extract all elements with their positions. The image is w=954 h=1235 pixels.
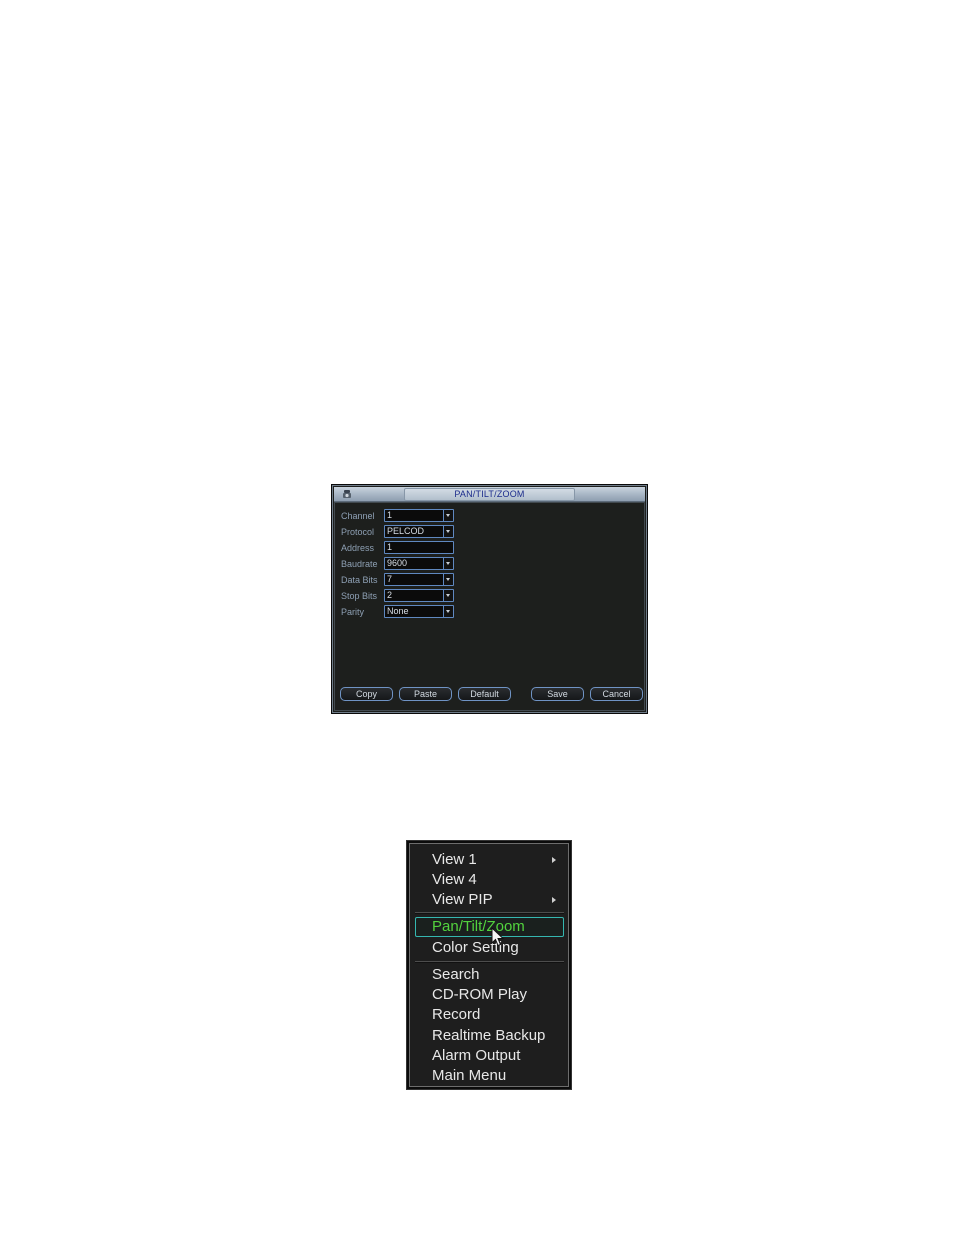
stop-bits-value: 2 (387, 590, 393, 600)
channel-value: 1 (387, 510, 393, 520)
menu-item-record[interactable]: Record (415, 1005, 564, 1025)
paste-button[interactable]: Paste (399, 687, 452, 701)
chevron-down-icon[interactable] (443, 526, 453, 537)
menu-item-view-pip[interactable]: View PIP (415, 890, 564, 910)
stop-bits-label: Stop Bits (341, 591, 378, 601)
menu-item-label: CD-ROM Play (432, 986, 528, 1003)
menu-item-label: Alarm Output (432, 1047, 521, 1064)
ptz-title: PAN/TILT/ZOOM (454, 489, 525, 499)
parity-value: None (387, 606, 409, 616)
default-button[interactable]: Default (458, 687, 511, 701)
baudrate-value: 9600 (387, 558, 408, 568)
baudrate-label: Baudrate (341, 559, 378, 569)
menu-item-main-menu[interactable]: Main Menu (415, 1066, 564, 1086)
chevron-down-icon[interactable] (443, 510, 453, 521)
chevron-down-icon[interactable] (443, 558, 453, 569)
data-bits-value: 7 (387, 574, 393, 584)
data-bits-select[interactable]: 7 (384, 573, 454, 586)
menu-item-realtime-backup[interactable]: Realtime Backup (415, 1026, 564, 1046)
save-button[interactable]: Save (531, 687, 584, 701)
channel-select[interactable]: 1 (384, 509, 454, 522)
chevron-down-icon[interactable] (443, 606, 453, 617)
menu-item-label: Color Setting (432, 939, 519, 956)
context-menu: View 1 View 4 View PIP Pan/Tilt/Zoom Col… (407, 841, 571, 1089)
mouse-cursor-icon (491, 927, 505, 947)
ptz-titlebar: PAN/TILT/ZOOM (334, 487, 645, 502)
submenu-arrow-icon (552, 857, 556, 863)
menu-item-label: Pan/Tilt/Zoom (432, 918, 525, 935)
menu-divider (415, 912, 564, 914)
menu-item-color-setting[interactable]: Color Setting (415, 938, 564, 958)
protocol-select[interactable]: PELCOD (384, 525, 454, 538)
cancel-button[interactable]: Cancel (590, 687, 643, 701)
baudrate-select[interactable]: 9600 (384, 557, 454, 570)
parity-select[interactable]: None (384, 605, 454, 618)
chevron-down-icon[interactable] (443, 574, 453, 585)
protocol-label: Protocol (341, 527, 375, 537)
protocol-value: PELCOD (387, 526, 425, 536)
menu-item-label: Realtime Backup (432, 1027, 546, 1044)
address-input[interactable]: 1 (384, 541, 454, 554)
chevron-down-icon[interactable] (443, 590, 453, 601)
menu-item-label: Search (432, 966, 480, 983)
parity-label: Parity (341, 607, 365, 617)
data-bits-label: Data Bits (341, 575, 378, 585)
menu-item-view-4[interactable]: View 4 (415, 870, 564, 890)
menu-item-label: View PIP (432, 891, 493, 908)
address-value: 1 (387, 542, 393, 552)
submenu-arrow-icon (552, 897, 556, 903)
menu-item-cd-rom-play[interactable]: CD-ROM Play (415, 985, 564, 1005)
menu-item-label: View 1 (432, 851, 477, 868)
menu-item-label: Main Menu (432, 1067, 507, 1084)
menu-item-view-1[interactable]: View 1 (415, 850, 564, 870)
ptz-body: Channel 1 Protocol PELCOD Address 1 Baud… (334, 502, 645, 711)
channel-label: Channel (341, 511, 375, 521)
menu-item-alarm-output[interactable]: Alarm Output (415, 1046, 564, 1066)
ptz-dialog: PAN/TILT/ZOOM Channel 1 Protocol PELCOD … (331, 484, 648, 714)
menu-item-label: Record (432, 1006, 481, 1023)
address-label: Address (341, 543, 375, 553)
menu-item-search[interactable]: Search (415, 965, 564, 985)
menu-item-label: View 4 (432, 871, 477, 888)
menu-divider (415, 961, 564, 963)
stop-bits-select[interactable]: 2 (384, 589, 454, 602)
menu-item-pan-tilt-zoom[interactable]: Pan/Tilt/Zoom (415, 917, 564, 937)
copy-button[interactable]: Copy (340, 687, 393, 701)
